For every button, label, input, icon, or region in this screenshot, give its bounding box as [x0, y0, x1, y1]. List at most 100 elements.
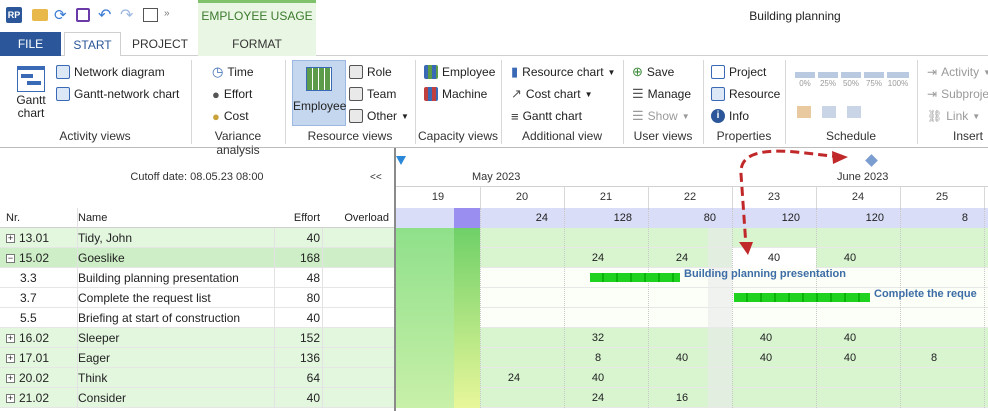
usage-cell[interactable]: 8: [900, 348, 974, 368]
usage-cell[interactable]: [396, 308, 470, 328]
usage-cell[interactable]: 40: [648, 348, 722, 368]
manage-views-button[interactable]: ☰ Manage: [632, 84, 691, 104]
cost-chart-dropdown[interactable]: ↗ Cost chart ▼: [511, 84, 593, 104]
table-row[interactable]: +17.01 Eager 136: [0, 348, 394, 368]
tab-start[interactable]: START: [64, 32, 121, 57]
usage-cell[interactable]: [900, 388, 974, 408]
usage-cell[interactable]: 8: [564, 348, 638, 368]
table-row[interactable]: +21.02 Consider 40: [0, 388, 394, 408]
usage-cell[interactable]: [480, 308, 554, 328]
header-effort[interactable]: Effort: [274, 208, 320, 228]
schedule-link-icon[interactable]: [847, 106, 861, 118]
schedule-pct-25-button[interactable]: 25%: [818, 72, 838, 88]
usage-cell[interactable]: [648, 308, 722, 328]
usage-cell[interactable]: [816, 368, 890, 388]
header-overload[interactable]: Overload: [322, 208, 389, 228]
header-nr[interactable]: Nr.: [6, 208, 20, 228]
expand-icon[interactable]: +: [6, 234, 15, 244]
usage-cell[interactable]: 40: [732, 348, 806, 368]
app-icon[interactable]: RP: [6, 7, 22, 23]
tab-file[interactable]: FILE: [0, 32, 61, 56]
usage-cell[interactable]: [480, 388, 554, 408]
usage-cell[interactable]: [900, 328, 974, 348]
table-row[interactable]: +16.02 Sleeper 152: [0, 328, 394, 348]
resource-properties-button[interactable]: Resource: [711, 84, 780, 104]
usage-cell[interactable]: 40: [564, 368, 638, 388]
time-button[interactable]: ◷ Time: [212, 62, 254, 82]
usage-cell[interactable]: [648, 368, 722, 388]
save-view-button[interactable]: ⊕ Save: [632, 62, 674, 82]
usage-cell[interactable]: [900, 308, 974, 328]
schedule-pct-100-button[interactable]: 100%: [887, 72, 909, 88]
usage-cell[interactable]: 16: [648, 388, 722, 408]
header-name[interactable]: Name: [77, 208, 107, 228]
refresh-icon[interactable]: ⟳: [54, 6, 67, 24]
other-dropdown[interactable]: Other ▼: [349, 106, 409, 126]
network-diagram-button[interactable]: Network diagram: [56, 62, 165, 82]
usage-cell[interactable]: 40: [816, 328, 890, 348]
usage-cell[interactable]: [396, 348, 470, 368]
usage-cell[interactable]: [732, 368, 806, 388]
table-row[interactable]: +13.01 Tidy, John 40: [0, 228, 394, 248]
role-button[interactable]: Role: [349, 62, 392, 82]
usage-cell[interactable]: [564, 288, 638, 308]
gantt-chart-additional-button[interactable]: ≡ Gantt chart: [511, 106, 582, 126]
window-icon[interactable]: [143, 8, 158, 22]
usage-cell[interactable]: [396, 268, 470, 288]
usage-cell[interactable]: [396, 328, 470, 348]
expand-icon[interactable]: +: [6, 394, 15, 404]
usage-cell[interactable]: [480, 328, 554, 348]
usage-cell[interactable]: [816, 308, 890, 328]
usage-cell[interactable]: [480, 288, 554, 308]
usage-cell[interactable]: [480, 268, 554, 288]
usage-cell[interactable]: 40: [732, 328, 806, 348]
info-button[interactable]: i Info: [711, 106, 749, 126]
redo-icon[interactable]: ↷: [120, 5, 133, 25]
schedule-split-icon[interactable]: [822, 106, 836, 118]
open-folder-icon[interactable]: [32, 9, 48, 21]
usage-cell[interactable]: [396, 368, 470, 388]
usage-cell[interactable]: 40: [816, 348, 890, 368]
usage-cell[interactable]: [648, 328, 722, 348]
table-row[interactable]: 5.5 Briefing at start of construction 40: [0, 308, 394, 328]
collapse-icon[interactable]: −: [6, 254, 15, 264]
project-properties-button[interactable]: Project: [711, 62, 766, 82]
usage-cell[interactable]: 24: [564, 388, 638, 408]
usage-cell[interactable]: [480, 348, 554, 368]
table-row[interactable]: 3.7 Complete the request list 80: [0, 288, 394, 308]
schedule-pct-0-button[interactable]: 0%: [795, 72, 815, 88]
usage-cell[interactable]: [564, 308, 638, 328]
schedule-pct-75-button[interactable]: 75%: [864, 72, 884, 88]
schedule-pct-50-button[interactable]: 50%: [841, 72, 861, 88]
table-row[interactable]: 3.3 Building planning presentation 48: [0, 268, 394, 288]
machine-button[interactable]: Machine: [424, 84, 487, 104]
task-bar[interactable]: [734, 293, 870, 302]
resource-chart-dropdown[interactable]: ▮ Resource chart ▼: [511, 62, 615, 82]
usage-cell[interactable]: [396, 288, 470, 308]
usage-cell[interactable]: [648, 288, 722, 308]
usage-cell[interactable]: 24: [480, 368, 554, 388]
table-row[interactable]: +20.02 Think 64: [0, 368, 394, 388]
usage-cell[interactable]: 32: [564, 328, 638, 348]
expand-icon[interactable]: +: [6, 374, 15, 384]
table-row[interactable]: −15.02 Goeslike 168: [0, 248, 394, 268]
insert-subproject-dropdown[interactable]: ⇥ Subproje: [927, 84, 988, 104]
usage-cell[interactable]: [396, 388, 470, 408]
effort-button[interactable]: ● Effort: [212, 84, 252, 104]
insert-activity-dropdown[interactable]: ⇥ Activity ▼: [927, 62, 988, 82]
capacity-employee-button[interactable]: Employee: [424, 62, 495, 82]
undo-icon[interactable]: ↶: [98, 5, 111, 25]
qat-more-icon[interactable]: »: [164, 8, 170, 19]
schedule-move-icon[interactable]: [797, 106, 811, 118]
cost-button[interactable]: ● Cost: [212, 106, 249, 126]
team-button[interactable]: Team: [349, 84, 396, 104]
gantt-chart-button[interactable]: Gantt chart: [8, 64, 54, 124]
insert-link-dropdown[interactable]: ⛓ Link ▼: [927, 106, 980, 126]
usage-cell[interactable]: [732, 308, 806, 328]
gantt-network-chart-button[interactable]: Gantt-network chart: [56, 84, 179, 104]
task-bar[interactable]: [590, 273, 680, 282]
save-icon[interactable]: [76, 8, 90, 22]
employee-view-button[interactable]: Employee: [292, 60, 346, 126]
collapse-button[interactable]: <<: [370, 172, 382, 183]
expand-icon[interactable]: +: [6, 334, 15, 344]
